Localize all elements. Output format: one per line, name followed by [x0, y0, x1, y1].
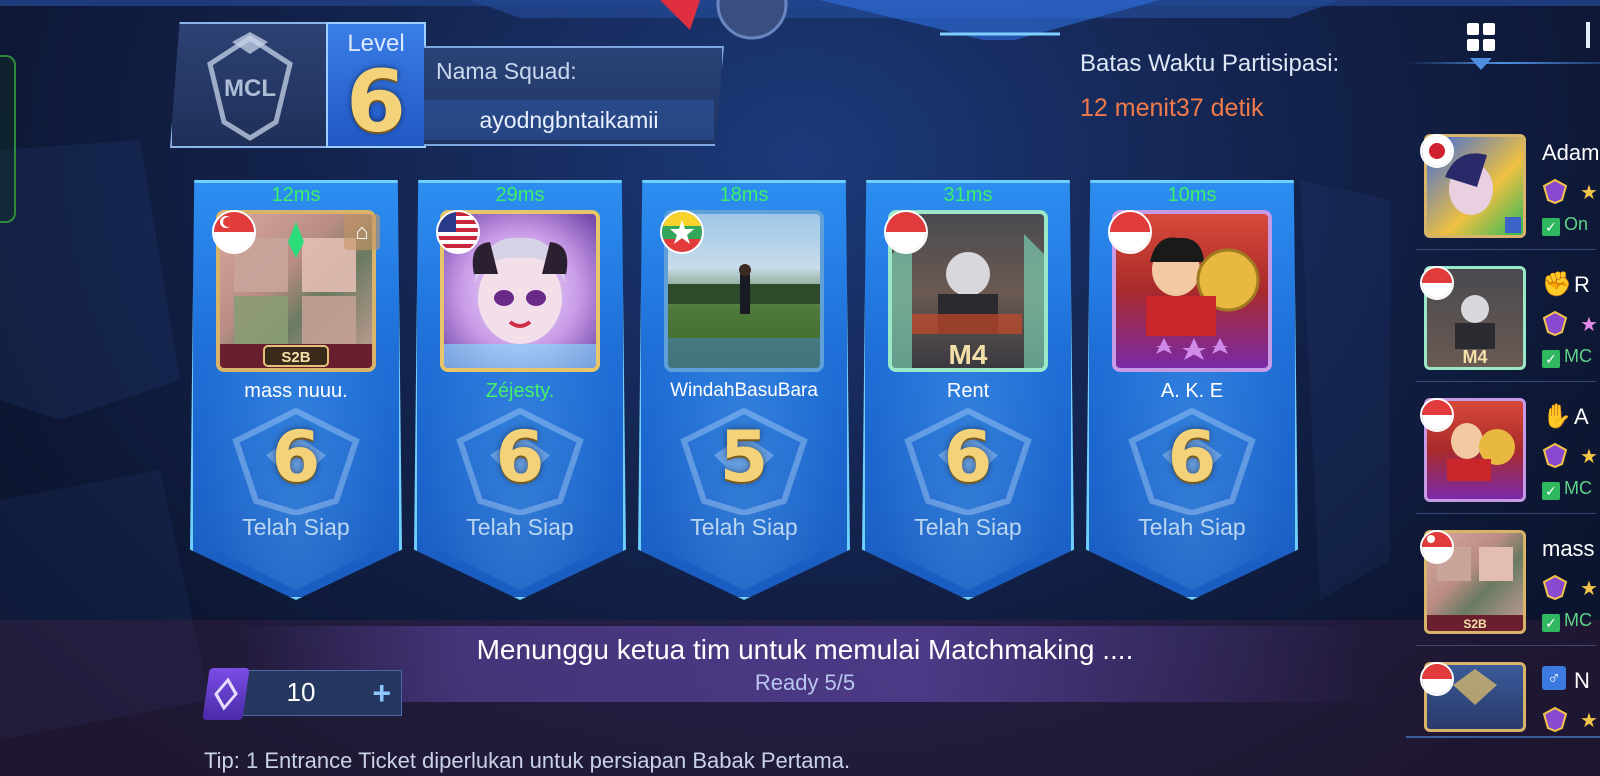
player-name: WindahBasuBara: [670, 380, 818, 401]
friend-name: R: [1574, 272, 1590, 297]
usa-flag-icon: [436, 210, 480, 254]
rank-badge-icon: [1542, 442, 1568, 468]
player-card[interactable]: 12ms S2B ⌂ mass nuuu. 6 Telah Siap: [190, 180, 402, 600]
singapore-flag-icon: [1420, 530, 1454, 564]
friend-name: Adam: [1542, 140, 1600, 165]
friend-list-item[interactable]: ♂ N ★: [1406, 662, 1600, 776]
ready-status: Telah Siap: [242, 514, 350, 540]
ready-status: Telah Siap: [914, 514, 1022, 540]
ping-value: 18ms: [719, 184, 769, 206]
squad-level-box: Level 6: [326, 22, 426, 152]
rank-badge-icon: [1542, 178, 1568, 204]
rank-value: 6: [943, 416, 993, 498]
indonesia-flag-icon: [1420, 662, 1454, 696]
muscle-icon: ✊: [1542, 271, 1572, 298]
ready-count: Ready 5/5: [754, 670, 856, 695]
entrance-ticket-counter: 10 +: [202, 668, 402, 720]
squad-header: MCL Level 6 Nama Squad: ayodngbntaikamii: [162, 20, 742, 152]
friend-list-item[interactable]: ✋ A ★ ✓ MC: [1406, 398, 1600, 514]
add-ticket-button[interactable]: +: [372, 675, 391, 711]
friend-list-item[interactable]: M4 ✊ R ★ ✓ MC: [1406, 266, 1600, 382]
japan-flag-icon: [1420, 134, 1454, 168]
participation-deadline-label: Batas Waktu Partisipasi:: [1080, 50, 1340, 77]
squad-name-label: Nama Squad:: [436, 58, 577, 84]
friend-status: ✓ MC: [1542, 346, 1592, 368]
friend-name: A: [1574, 404, 1589, 429]
ready-status: Telah Siap: [690, 514, 798, 540]
check-icon: ✓: [1542, 614, 1560, 632]
waiting-message: Menunggu ketua tim untuk memulai Matchma…: [476, 634, 1134, 665]
player-name: Rent: [946, 380, 990, 402]
avatar-frame-tag: M4: [1462, 347, 1487, 367]
grid-icon[interactable]: [1466, 22, 1496, 52]
matchmaking-status-bar: Menunggu ketua tim untuk memulai Matchma…: [230, 626, 1380, 702]
avatar-frame-tag: S2B: [1463, 617, 1487, 631]
sidebar-tab-second[interactable]: [1586, 22, 1590, 48]
indonesia-flag-icon: [1420, 398, 1454, 432]
tip-text: Tip: 1 Entrance Ticket diperlukan untuk …: [204, 748, 851, 773]
rank-value: 6: [1167, 416, 1217, 498]
male-icon: ♂: [1542, 666, 1566, 690]
star-icon: ★: [1580, 182, 1598, 204]
ping-value: 10ms: [1167, 184, 1217, 206]
rank-value: 6: [271, 416, 321, 498]
friend-name: mass: [1542, 536, 1595, 561]
indonesia-flag-icon: [884, 210, 928, 254]
rank-badge-icon: [1542, 310, 1568, 336]
player-name: A. K. E: [1160, 380, 1224, 402]
sidebar-tab-underline: [1406, 62, 1600, 64]
avatar-frame-tag: S2B: [281, 349, 310, 366]
rank-value: 5: [719, 416, 769, 498]
ticket-count: 10: [286, 677, 316, 707]
player-name: mass nuuu.: [244, 380, 348, 402]
star-icon: ★: [1580, 314, 1598, 336]
player-card[interactable]: 31ms M4 Rent 6 Telah Siap: [862, 180, 1074, 600]
indonesia-flag-icon: [1108, 210, 1152, 254]
rank-value: 6: [495, 416, 545, 498]
mcl-emblem-text: MCL: [224, 75, 276, 102]
player-card[interactable]: 18ms WindahBasuBara 5 Telah Siap: [638, 180, 850, 600]
friend-list-item[interactable]: Adam ★ ✓ On: [1406, 134, 1600, 250]
star-icon: ★: [1580, 710, 1598, 732]
home-icon[interactable]: ⌂: [344, 214, 380, 250]
ready-status: Telah Siap: [466, 514, 574, 540]
check-icon: ✓: [1542, 350, 1560, 368]
level-value: 6: [346, 52, 406, 152]
check-icon: ✓: [1542, 482, 1560, 500]
rank-badge-icon: [1542, 706, 1568, 732]
squad-name-value: ayodngbntaikamii: [424, 100, 714, 140]
friend-status: ✓ On: [1542, 214, 1588, 236]
avatar-frame-tag: M4: [949, 339, 988, 368]
ticket-count-field: 10 +: [240, 670, 402, 716]
friend-list-item[interactable]: S2B mass ★ ✓ MC: [1406, 530, 1600, 646]
player-card[interactable]: 10ms A. K. E 6 Telah Siap: [1086, 180, 1298, 600]
squad-name-box: Nama Squad: ayodngbntaikamii: [424, 46, 724, 146]
friend-status: ✓ MC: [1542, 610, 1592, 632]
friend-name: N: [1574, 668, 1590, 693]
star-icon: ★: [1580, 446, 1598, 468]
check-icon: ✓: [1542, 218, 1560, 236]
wave-hand-icon: ✋: [1542, 403, 1572, 430]
ping-value: 31ms: [943, 184, 993, 206]
star-icon: ★: [1580, 578, 1598, 600]
singapore-flag-icon: [212, 210, 256, 254]
player-card[interactable]: 29ms Zéjesty. 6 Telah Siap: [414, 180, 626, 600]
sidebar-bottom-line: [1406, 736, 1600, 738]
friend-status: ✓ MC: [1542, 478, 1592, 500]
ping-value: 12ms: [271, 184, 321, 206]
participation-deadline-value: 12 menit37 detik: [1080, 94, 1264, 122]
ping-value: 29ms: [495, 184, 545, 206]
player-name: Zéjesty.: [485, 380, 555, 402]
indonesia-flag-icon: [1420, 266, 1454, 300]
myanmar-flag-icon: [660, 210, 704, 254]
ticket-icon: [202, 668, 250, 720]
squad-player-cards: 12ms S2B ⌂ mass nuuu. 6 Telah Siap 29ms …: [190, 180, 1330, 610]
rank-badge-icon: [1542, 574, 1568, 600]
friends-sidebar: Adam ★ ✓ On M4 ✊ R ★ ✓ MC ✋ A ★ ✓ MC S2B…: [1406, 0, 1600, 776]
ready-status: Telah Siap: [1138, 514, 1246, 540]
left-side-tab[interactable]: [0, 55, 16, 223]
sidebar-tab-indicator: [1470, 58, 1492, 70]
mcl-emblem: MCL: [170, 22, 330, 148]
